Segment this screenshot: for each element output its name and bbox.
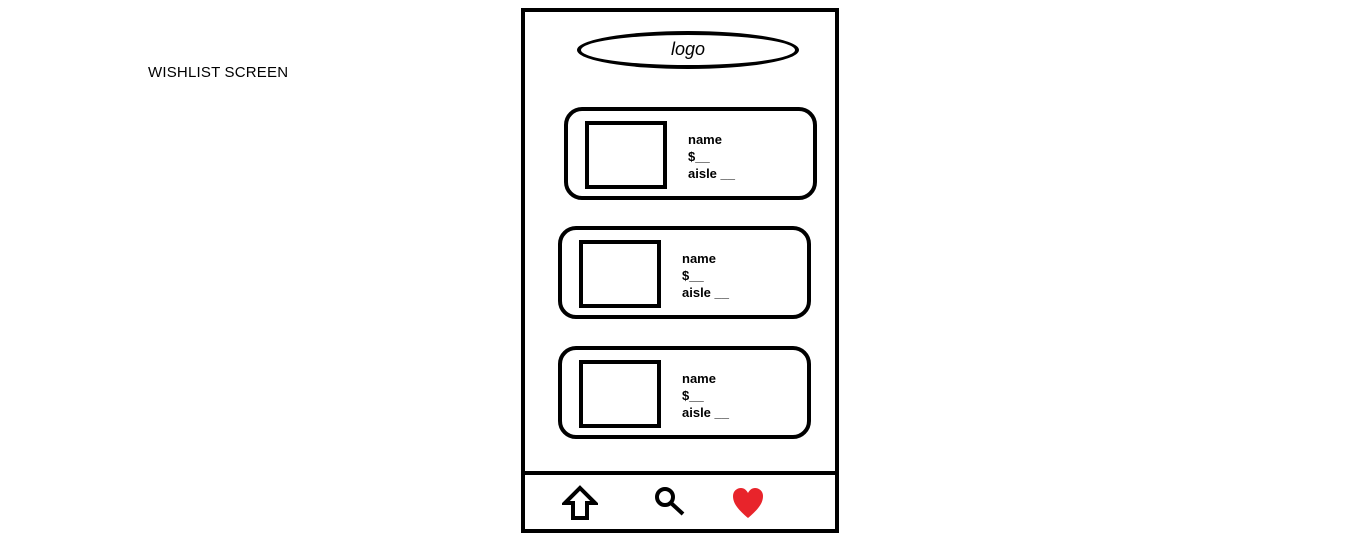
item-details: name $__ aisle __ bbox=[682, 250, 729, 301]
item-image-placeholder bbox=[579, 240, 661, 308]
item-details: name $__ aisle __ bbox=[688, 131, 735, 182]
item-price: $__ bbox=[688, 149, 710, 164]
screen-title: WISHLIST SCREEN bbox=[148, 64, 289, 81]
item-details: name $__ aisle __ bbox=[682, 370, 729, 421]
item-aisle: aisle __ bbox=[682, 405, 729, 420]
wishlist-item[interactable]: name $__ aisle __ bbox=[564, 107, 817, 200]
item-aisle: aisle __ bbox=[688, 166, 735, 181]
item-image-placeholder bbox=[585, 121, 667, 189]
item-price: $__ bbox=[682, 268, 704, 283]
logo: logo bbox=[577, 31, 799, 69]
home-icon[interactable] bbox=[562, 485, 598, 521]
item-name: name bbox=[682, 371, 716, 386]
item-aisle: aisle __ bbox=[682, 285, 729, 300]
item-price: $__ bbox=[682, 388, 704, 403]
item-image-placeholder bbox=[579, 360, 661, 428]
item-name: name bbox=[688, 132, 722, 147]
heart-icon[interactable] bbox=[730, 485, 766, 521]
search-icon[interactable] bbox=[651, 485, 687, 521]
phone-frame: logo name $__ aisle __ name $__ aisle __… bbox=[521, 8, 839, 533]
wishlist-item[interactable]: name $__ aisle __ bbox=[558, 346, 811, 439]
bottom-nav-bar bbox=[525, 471, 835, 529]
wishlist-item[interactable]: name $__ aisle __ bbox=[558, 226, 811, 319]
item-name: name bbox=[682, 251, 716, 266]
